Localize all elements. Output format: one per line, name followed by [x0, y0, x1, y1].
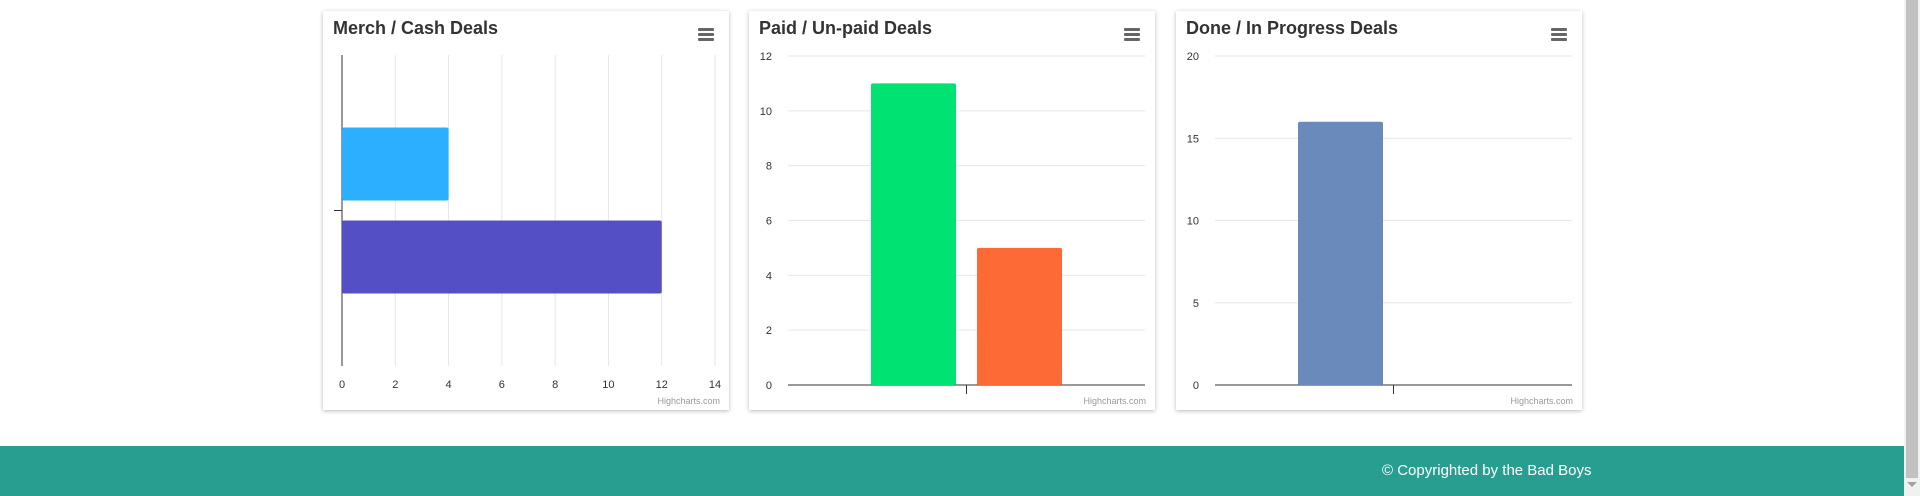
bar [871, 83, 956, 386]
chart-card-merch-cash: Merch / Cash Deals 0 2 4 6 8 10 12 14 Highchart… [323, 11, 729, 410]
chart-card-done-in-progress: Done / In Progress Deals 0 5 10 15 20 Highch… [1176, 11, 1582, 410]
y-tick-label: 15 [1187, 133, 1199, 145]
bar [342, 220, 662, 294]
scroll-down-arrow-icon[interactable] [1907, 482, 1917, 487]
chart-card-paid-unpaid: Paid / Un-paid Deals 0 2 4 6 8 10 12 Highchart… [749, 11, 1155, 410]
merch-cash-bar-chart: 0 2 4 6 8 10 12 14 [334, 55, 721, 391]
y-tick-label: 2 [766, 325, 772, 337]
page: Merch / Cash Deals 0 2 4 6 8 10 12 14 Highchart… [0, 0, 1904, 496]
x-tick-label: 2 [392, 379, 398, 391]
y-tick-label: 10 [760, 106, 772, 118]
y-tick-label: 10 [1187, 216, 1199, 228]
y-tick-label: 20 [1187, 51, 1199, 63]
y-tick-label: 12 [760, 51, 772, 63]
bar [342, 127, 449, 201]
paid-unpaid-column-chart: 0 2 4 6 8 10 12 [760, 51, 1145, 394]
bar [977, 247, 1062, 385]
highcharts-credit-link[interactable]: Highcharts.com [1083, 396, 1146, 406]
y-tick-label: 0 [1193, 380, 1199, 392]
y-tick-label: 6 [766, 216, 772, 228]
x-tick-label: 14 [709, 379, 721, 391]
y-tick-label: 5 [1193, 298, 1199, 310]
x-tick-label: 12 [656, 379, 668, 391]
footer-copyright: © Copyrighted by the Bad Boys [1382, 462, 1592, 479]
footer: © Copyrighted by the Bad Boys [0, 446, 1904, 496]
y-tick-label: 0 [766, 380, 772, 392]
x-tick-label: 4 [446, 379, 452, 391]
highcharts-credit-link[interactable]: Highcharts.com [657, 396, 720, 406]
done-in-progress-column-chart: 0 5 10 15 20 [1187, 51, 1572, 394]
x-tick-label: 8 [552, 379, 558, 391]
x-tick-label: 6 [499, 379, 505, 391]
bar [1298, 121, 1383, 386]
scrollbar-thumb[interactable] [1906, 0, 1918, 478]
y-tick-label: 4 [766, 270, 772, 282]
highcharts-credit-link[interactable]: Highcharts.com [1510, 396, 1573, 406]
y-tick-label: 8 [766, 161, 772, 173]
x-tick-label: 10 [602, 379, 614, 391]
x-tick-label: 0 [339, 379, 345, 391]
